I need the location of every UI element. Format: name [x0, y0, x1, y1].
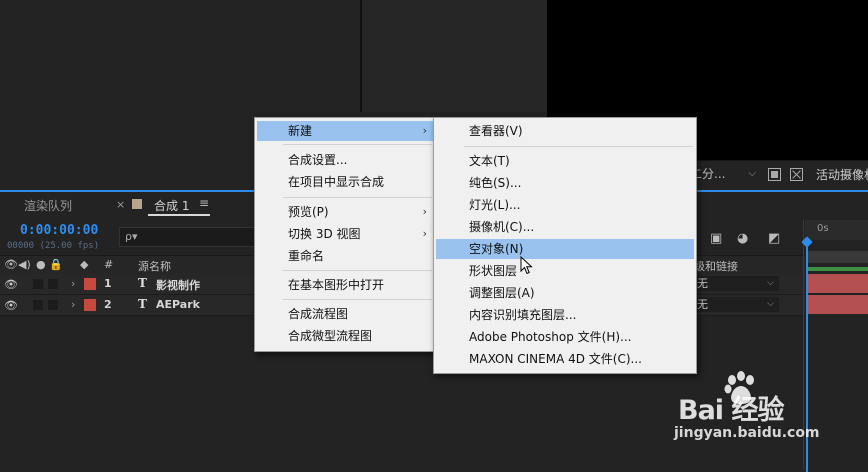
chevron-right-icon[interactable]: › [71, 298, 75, 311]
lock-toggle[interactable] [48, 300, 58, 310]
menu-item-rename[interactable]: 重命名 [257, 246, 433, 266]
menu-item-label: 切换 3D 视图 [288, 227, 361, 241]
menu-separator [283, 197, 432, 198]
toggle-pixel-aspect-icon[interactable] [768, 168, 781, 181]
menu-item-flowchart[interactable]: 合成流程图 [257, 304, 433, 324]
parent-value: 无 [697, 277, 708, 290]
eye-icon[interactable]: 👁 [4, 278, 18, 291]
active-tab-indicator [148, 214, 210, 216]
submenu-item-cinema4d-file[interactable]: MAXON CINEMA 4D 文件(C)... [436, 349, 694, 369]
active-camera-dropdown[interactable]: 活动摄像机 [816, 165, 868, 185]
baidu-paw-icon [724, 371, 754, 404]
work-area-bar[interactable] [808, 251, 868, 263]
menu-separator [283, 144, 432, 145]
submenu-item-adjustment-layer[interactable]: 调整图层(A) [436, 283, 694, 303]
menu-item-preview[interactable]: 预览(P) › [257, 202, 433, 222]
submenu-item-null-object[interactable]: 空对象(N) [436, 239, 694, 259]
new-submenu: 查看器(V) 文本(T) 纯色(S)... 灯光(L)... 摄像机(C)...… [433, 117, 697, 374]
submenu-arrow-icon: › [422, 205, 427, 218]
baidu-jingyan-watermark: Bai 经验 jingyan.baidu.com [648, 370, 848, 460]
layer-number: 2 [104, 298, 112, 311]
menu-item-mini-flowchart[interactable]: 合成微型流程图 [257, 326, 433, 346]
frame-blending-icon[interactable]: ▣ [710, 231, 722, 246]
text-layer-icon: T [138, 276, 147, 290]
menu-item-label: 新建 [288, 124, 313, 138]
lock-switch-icon: 🔒 [49, 258, 63, 271]
menu-separator [283, 299, 432, 300]
text-layer-icon: T [138, 297, 147, 311]
effects-panel [362, 0, 546, 112]
menu-item-switch-3d-view[interactable]: 切换 3D 视图 › [257, 224, 433, 244]
label-tag-icon: ◆ [80, 258, 89, 271]
watermark-url: jingyan.baidu.com [674, 425, 820, 441]
chevron-down-icon: ⌵ [748, 168, 756, 179]
submenu-arrow-icon: › [422, 227, 427, 240]
lock-toggle[interactable] [48, 279, 58, 289]
layer-name[interactable]: 影视制作 [156, 277, 200, 293]
close-tab-icon[interactable]: × [116, 198, 125, 211]
menu-item-open-essential-graphics[interactable]: 在基本图形中打开 [257, 275, 433, 295]
submenu-item-content-aware-fill[interactable]: 内容识别填充图层... [436, 305, 694, 325]
layer-name[interactable]: AEPark [156, 298, 200, 311]
video-switch-icon: 👁 [4, 258, 18, 271]
submenu-item-photoshop-file[interactable]: Adobe Photoshop 文件(H)... [436, 327, 694, 347]
column-source-name[interactable]: 源名称 [138, 258, 171, 274]
tab-composition[interactable]: 合成 1 [154, 197, 189, 214]
panel-menu-icon[interactable]: ≡ [199, 196, 209, 210]
label-color[interactable] [84, 278, 96, 290]
menu-item-label: 预览(P) [288, 205, 329, 219]
column-hash: # [104, 258, 114, 271]
context-menu: 新建 › 合成设置... 在项目中显示合成 预览(P) › 切换 3D 视图 ›… [254, 117, 436, 352]
menu-item-new[interactable]: 新建 › [257, 121, 433, 141]
solo-switch-icon: ● [36, 258, 46, 271]
submenu-item-light[interactable]: 灯光(L)... [436, 195, 694, 215]
view-layout-dropdown[interactable]: 二分... ⌵ [690, 164, 762, 184]
menu-separator [283, 270, 432, 271]
chevron-right-icon[interactable]: › [71, 277, 75, 290]
submenu-item-shape-layer[interactable]: 形状图层 [436, 261, 694, 281]
composition-icon [132, 199, 142, 209]
frame-rate-display: 00000 (25.00 fps) [7, 241, 100, 251]
solo-toggle[interactable] [33, 279, 43, 289]
search-icon: ρ▾ [125, 230, 138, 243]
motion-blur-icon[interactable]: ◕ [737, 231, 748, 246]
submenu-item-solid[interactable]: 纯色(S)... [436, 173, 694, 193]
parent-dropdown[interactable]: 无 ⌵ [695, 276, 779, 291]
current-time-display[interactable]: 0:00:00:00 [20, 223, 98, 238]
ruler-label: 0s [817, 223, 829, 234]
submenu-arrow-icon: › [422, 124, 427, 137]
menu-item-reveal-in-project[interactable]: 在项目中显示合成 [257, 172, 433, 192]
chevron-down-icon: ⌵ [767, 278, 774, 288]
eye-icon[interactable]: 👁 [4, 299, 18, 312]
render-cache-bar [808, 267, 868, 271]
fast-previews-icon[interactable] [790, 168, 803, 181]
chevron-down-icon: ⌵ [767, 299, 774, 309]
time-ruler[interactable]: 0s [805, 220, 868, 240]
menu-item-comp-settings[interactable]: 合成设置... [257, 150, 433, 170]
viewer-toolbar: 二分... ⌵ 活动摄像机 [690, 160, 868, 189]
parent-value: 无 [697, 298, 708, 311]
audio-switch-icon: ◀) [18, 258, 31, 271]
graph-editor-icon[interactable]: ◩ [768, 231, 780, 246]
layer-duration-bar[interactable] [808, 295, 868, 314]
label-color[interactable] [84, 299, 96, 311]
parent-dropdown[interactable]: 无 ⌵ [695, 297, 779, 312]
submenu-item-camera[interactable]: 摄像机(C)... [436, 217, 694, 237]
tab-render-queue[interactable]: 渲染队列 [24, 197, 72, 214]
layer-search-input[interactable]: ρ▾ [119, 227, 261, 247]
mouse-cursor-icon [520, 256, 533, 275]
layer-duration-bar[interactable] [808, 274, 868, 293]
layer-number: 1 [104, 277, 112, 290]
menu-separator [464, 146, 693, 147]
submenu-item-text[interactable]: 文本(T) [436, 151, 694, 171]
submenu-item-viewer[interactable]: 查看器(V) [436, 121, 694, 141]
solo-toggle[interactable] [33, 300, 43, 310]
